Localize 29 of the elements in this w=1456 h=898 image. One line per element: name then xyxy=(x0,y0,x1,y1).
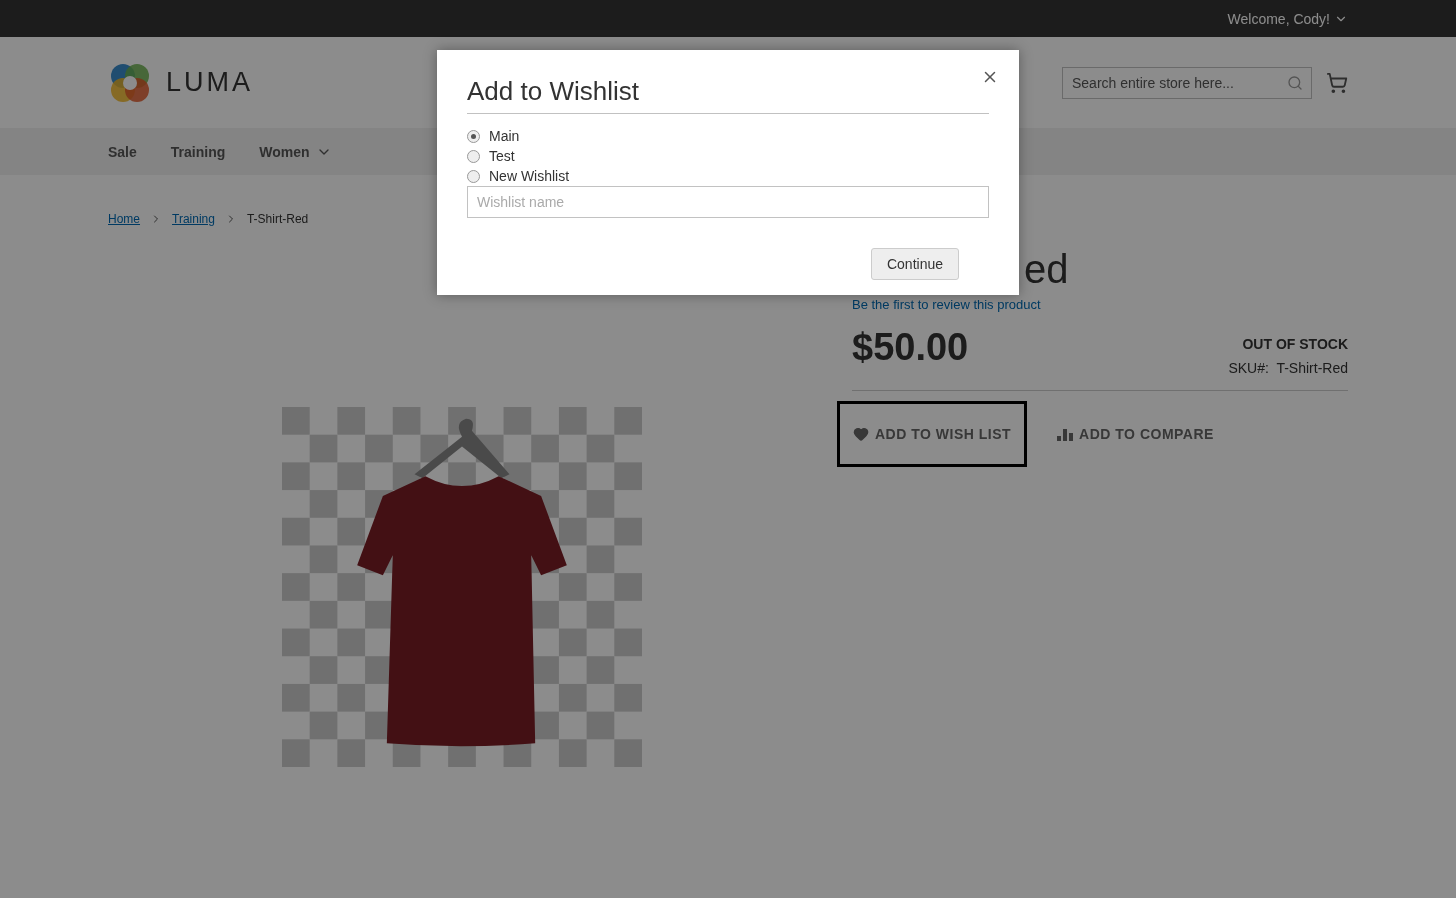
option-label: New Wishlist xyxy=(489,168,570,184)
search-icon[interactable] xyxy=(1287,74,1303,91)
product-title: ed xyxy=(1024,247,1069,291)
continue-button[interactable]: Continue xyxy=(870,248,959,280)
cart-icon[interactable] xyxy=(1326,71,1348,94)
radio-button[interactable] xyxy=(467,169,480,183)
sku-text: SKU#: T-Shirt-Red xyxy=(1228,360,1348,376)
option-label: Main xyxy=(489,128,520,144)
nav-link[interactable]: Women xyxy=(259,143,332,160)
wishlist-name-field[interactable]: Wishlist name xyxy=(467,186,989,218)
breadcrumb-current: T-Shirt-Red xyxy=(246,211,309,226)
radio-button[interactable] xyxy=(467,149,480,163)
option-label: Test xyxy=(489,148,515,164)
nav-link[interactable]: Sale xyxy=(108,143,137,160)
stock-status: OUT OF STOCK xyxy=(1242,336,1348,352)
heart-icon xyxy=(853,426,869,442)
bar-chart-icon xyxy=(1057,427,1074,441)
breadcrumb-link[interactable]: Training xyxy=(172,211,215,226)
nav-link[interactable]: Training xyxy=(170,143,226,160)
wishlist-link[interactable]: ADD TO WISH LIST xyxy=(837,401,1028,467)
welcome-menu[interactable]: Welcome, Cody! xyxy=(1227,10,1348,27)
radio-button[interactable] xyxy=(467,129,480,143)
breadcrumb-link[interactable]: Home xyxy=(108,211,140,226)
review-link[interactable]: Be the first to review this product xyxy=(852,297,1348,312)
price: $50.00 xyxy=(852,326,969,369)
dialog-title: Add to Wishlist xyxy=(467,76,989,114)
search-field[interactable]: Search entire store here... xyxy=(1062,66,1312,99)
logo-text: LUMA xyxy=(166,67,253,98)
compare-link[interactable]: ADD TO COMPARE xyxy=(1041,401,1230,467)
